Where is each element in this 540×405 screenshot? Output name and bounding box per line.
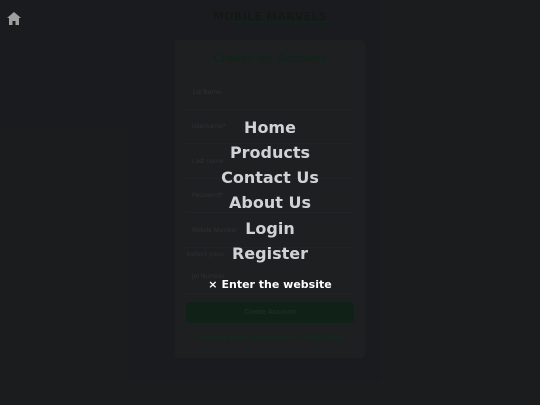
menu-item-register[interactable]: Register: [0, 244, 540, 263]
enter-website-button[interactable]: × Enter the website: [0, 278, 540, 291]
menu-overlay: Home Products Contact Us About Us Login …: [0, 0, 540, 405]
menu-item-products[interactable]: Products: [0, 143, 540, 162]
enter-website-label: Enter the website: [221, 278, 332, 291]
menu-item-about-us[interactable]: About Us: [0, 193, 540, 212]
menu-item-home[interactable]: Home: [0, 118, 540, 137]
close-icon: ×: [208, 278, 218, 291]
menu-item-contact-us[interactable]: Contact Us: [0, 168, 540, 187]
menu-item-login[interactable]: Login: [0, 219, 540, 238]
